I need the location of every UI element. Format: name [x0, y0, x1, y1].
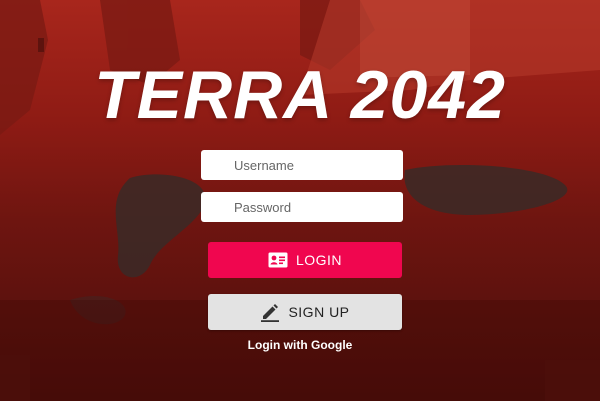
pencil-icon — [260, 302, 280, 322]
login-button-label: LOGIN — [295, 252, 343, 268]
signup-button-label: SIGN UP — [288, 304, 350, 320]
app-title: TERRA 2042 — [94, 57, 506, 133]
login-screen: TERRA 2042 LOGIN SIGN UP Login with Go — [0, 0, 600, 401]
id-card-icon — [268, 252, 288, 268]
password-field[interactable] — [201, 192, 403, 222]
signup-button[interactable]: SIGN UP — [208, 294, 402, 330]
login-button[interactable]: LOGIN — [208, 242, 402, 278]
username-field[interactable] — [201, 150, 403, 180]
google-login-link[interactable]: Login with Google — [0, 338, 600, 352]
